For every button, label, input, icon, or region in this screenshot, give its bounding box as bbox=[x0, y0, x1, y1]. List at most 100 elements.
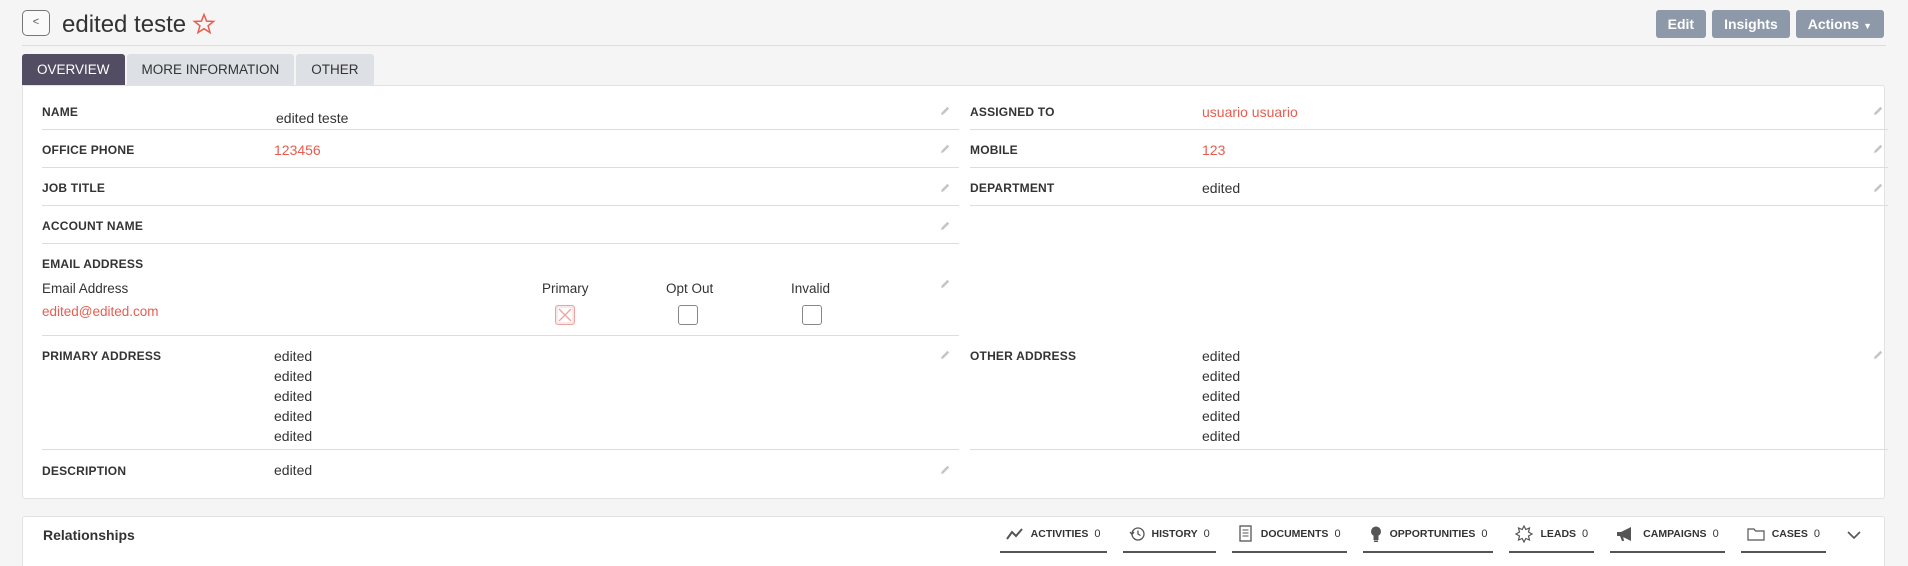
rel-tab-cases[interactable]: CASES 0 bbox=[1740, 517, 1826, 553]
field-label-department: DEPARTMENT bbox=[970, 181, 1055, 195]
history-icon bbox=[1129, 527, 1145, 541]
rel-tab-documents[interactable]: DOCUMENTS 0 bbox=[1231, 517, 1347, 553]
rel-tab-leads[interactable]: LEADS 0 bbox=[1509, 517, 1595, 553]
email-col-address: Email Address bbox=[42, 281, 129, 296]
field-row-account-name: ACCOUNT NAME bbox=[42, 206, 959, 244]
back-button[interactable]: < bbox=[22, 10, 50, 36]
field-row-office-phone: OFFICE PHONE 123456 bbox=[42, 130, 959, 168]
address-line: edited bbox=[1202, 408, 1241, 424]
address-line: edited bbox=[1202, 368, 1241, 384]
field-row-department: DEPARTMENT edited bbox=[970, 168, 1888, 206]
insights-button[interactable]: Insights bbox=[1712, 10, 1790, 38]
rel-tab-count: 0 bbox=[1094, 528, 1101, 540]
rel-tab-count: 0 bbox=[1481, 528, 1488, 540]
overview-panel: NAME edited teste OFFICE PHONE 123456 JO… bbox=[22, 85, 1888, 499]
rel-tab-label: DOCUMENTS bbox=[1260, 528, 1329, 540]
rel-tab-label: ACTIVITIES bbox=[1030, 528, 1089, 540]
invalid-checkbox[interactable] bbox=[802, 305, 822, 325]
field-row-description: DESCRIPTION edited bbox=[42, 450, 959, 488]
field-label-email: EMAIL ADDRESS bbox=[42, 257, 144, 271]
tab-more-information[interactable]: MORE INFORMATION bbox=[126, 54, 295, 85]
pencil-icon[interactable] bbox=[939, 105, 951, 117]
rel-tab-label: CASES bbox=[1771, 528, 1808, 540]
field-label-account-name: ACCOUNT NAME bbox=[42, 219, 144, 233]
email-address-link[interactable]: edited@edited.com bbox=[42, 304, 159, 319]
address-line: edited bbox=[274, 368, 313, 384]
address-line: edited bbox=[274, 348, 313, 364]
checked-x-icon bbox=[556, 306, 574, 324]
header-divider bbox=[22, 45, 1886, 46]
pencil-icon[interactable] bbox=[1872, 182, 1884, 194]
pencil-icon[interactable] bbox=[939, 464, 951, 476]
rel-tab-label: LEADS bbox=[1540, 528, 1577, 540]
field-row-name: NAME edited teste bbox=[42, 86, 959, 130]
field-row-job-title: JOB TITLE bbox=[42, 168, 959, 206]
field-row-primary-address: PRIMARY ADDRESS edited edited edited edi… bbox=[42, 336, 959, 450]
rel-tab-count: 0 bbox=[1582, 528, 1589, 540]
field-value-assigned-to[interactable]: usuario usuario bbox=[1202, 104, 1298, 120]
pencil-icon[interactable] bbox=[939, 220, 951, 232]
chevron-down-icon[interactable] bbox=[1844, 525, 1864, 545]
address-line: edited bbox=[274, 428, 313, 444]
caret-down-icon: ▼ bbox=[1863, 21, 1872, 31]
rel-tab-label: CAMPAIGNS bbox=[1643, 528, 1707, 540]
relationships-panel: Relationships ACTIVITIES 0 HISTORY 0 DOC… bbox=[22, 516, 1885, 566]
rel-tab-label: OPPORTUNITIES bbox=[1389, 528, 1476, 540]
address-line: edited bbox=[1202, 428, 1241, 444]
email-col-invalid: Invalid bbox=[791, 281, 831, 296]
documents-icon bbox=[1239, 525, 1252, 542]
field-value-name: edited teste bbox=[276, 110, 349, 126]
field-label-primary-address: PRIMARY ADDRESS bbox=[42, 349, 162, 363]
pencil-icon[interactable] bbox=[1872, 105, 1884, 117]
field-value-office-phone[interactable]: 123456 bbox=[274, 142, 321, 158]
favorite-star-icon[interactable] bbox=[192, 12, 216, 36]
activities-icon bbox=[1005, 528, 1023, 540]
email-col-opt-out: Opt Out bbox=[666, 281, 714, 296]
opt-out-checkbox[interactable] bbox=[678, 305, 698, 325]
field-label-job-title: JOB TITLE bbox=[42, 181, 106, 195]
pencil-icon[interactable] bbox=[1872, 349, 1884, 361]
pencil-icon[interactable] bbox=[939, 182, 951, 194]
pencil-icon[interactable] bbox=[939, 278, 951, 290]
email-col-primary: Primary bbox=[542, 281, 589, 296]
leads-icon bbox=[1515, 525, 1534, 543]
detail-tabs: OVERVIEW MORE INFORMATION OTHER bbox=[22, 54, 374, 85]
field-label-name: NAME bbox=[42, 105, 79, 119]
primary-checkbox[interactable] bbox=[555, 305, 575, 325]
rel-tab-opportunities[interactable]: OPPORTUNITIES 0 bbox=[1362, 517, 1494, 553]
pencil-icon[interactable] bbox=[939, 349, 951, 361]
tab-other[interactable]: OTHER bbox=[296, 54, 374, 85]
relationships-title: Relationships bbox=[43, 527, 135, 543]
relationships-tabs: ACTIVITIES 0 HISTORY 0 DOCUMENTS 0 OPPOR… bbox=[984, 517, 1864, 553]
rel-tab-count: 0 bbox=[1203, 528, 1210, 540]
address-line: edited bbox=[274, 388, 313, 404]
field-value-description: edited bbox=[274, 462, 313, 478]
pencil-icon[interactable] bbox=[1872, 143, 1884, 155]
address-line: edited bbox=[274, 408, 313, 424]
rel-tab-count: 0 bbox=[1712, 528, 1719, 540]
page-title: edited teste bbox=[62, 11, 187, 38]
rel-tab-history[interactable]: HISTORY 0 bbox=[1122, 517, 1216, 553]
tab-overview[interactable]: OVERVIEW bbox=[22, 54, 125, 85]
rel-tab-count: 0 bbox=[1813, 528, 1820, 540]
field-label-assigned-to: ASSIGNED TO bbox=[970, 105, 1055, 119]
actions-label: Actions bbox=[1807, 16, 1860, 32]
actions-button[interactable]: Actions ▼ bbox=[1795, 10, 1884, 38]
field-label-office-phone: OFFICE PHONE bbox=[42, 143, 135, 157]
address-line: edited bbox=[1202, 348, 1241, 364]
opportunities-icon bbox=[1370, 526, 1381, 542]
pencil-icon[interactable] bbox=[939, 143, 951, 155]
field-row-mobile: MOBILE 123 bbox=[970, 130, 1888, 168]
field-label-description: DESCRIPTION bbox=[42, 464, 127, 478]
edit-button[interactable]: Edit bbox=[1655, 10, 1707, 38]
field-value-mobile[interactable]: 123 bbox=[1202, 142, 1225, 158]
field-row-email: EMAIL ADDRESS Email Address Primary Opt … bbox=[42, 244, 959, 336]
campaigns-icon bbox=[1617, 527, 1632, 541]
header-actions: Edit Insights Actions ▼ bbox=[1655, 10, 1884, 38]
cases-icon bbox=[1747, 528, 1765, 541]
address-line: edited bbox=[1202, 388, 1241, 404]
rel-tab-count: 0 bbox=[1334, 528, 1341, 540]
rel-tab-activities[interactable]: ACTIVITIES 0 bbox=[999, 517, 1107, 553]
rel-tab-campaigns[interactable]: CAMPAIGNS 0 bbox=[1610, 517, 1725, 553]
field-row-other-address: OTHER ADDRESS edited edited edited edite… bbox=[970, 336, 1888, 450]
